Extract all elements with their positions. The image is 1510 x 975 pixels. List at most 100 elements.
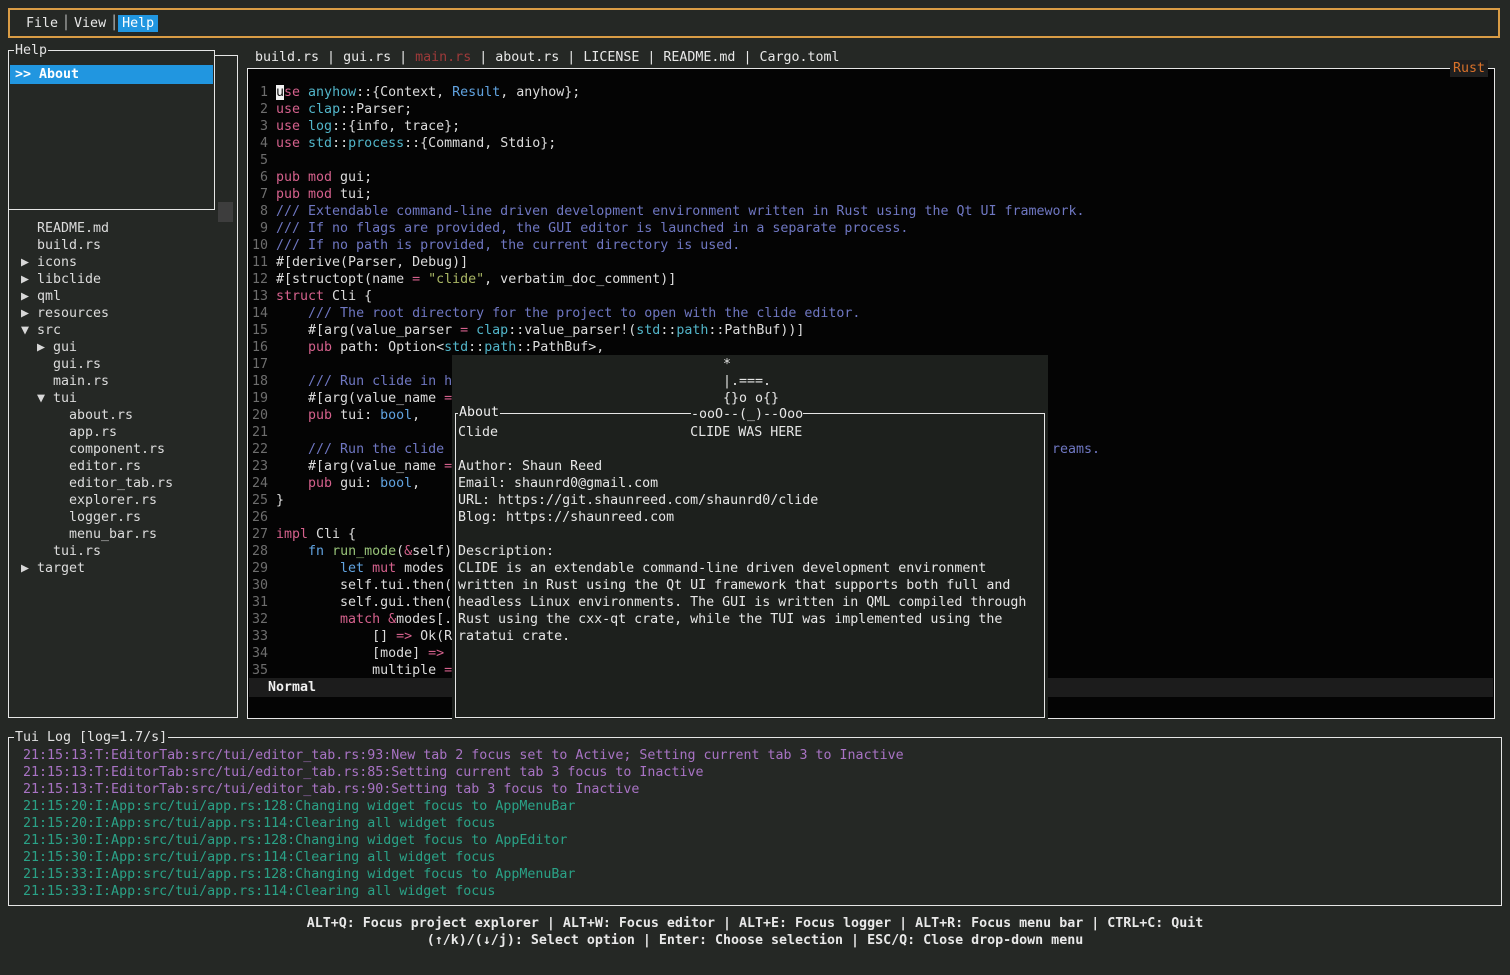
keybinding-help-bar: ALT+Q: Focus project explorer | ALT+W: F… — [0, 915, 1510, 949]
code-segment: /// Run the clide — [308, 442, 452, 457]
log-line-info: 21:15:33:I:App:src/tui/app.rs:114:Cleari… — [23, 883, 904, 900]
chevron-collapsed-icon: ▶ — [21, 305, 37, 322]
explorer-item-main-rs[interactable]: main.rs — [9, 373, 235, 390]
file-label: logger.rs — [69, 510, 141, 525]
explorer-item-explorer-rs[interactable]: explorer.rs — [9, 492, 235, 509]
code-segment: } — [276, 493, 284, 508]
menu-item-view[interactable]: View — [70, 15, 110, 32]
tab-cargo.toml[interactable]: Cargo.toml — [759, 50, 839, 65]
code-segment: clap — [476, 323, 508, 338]
code-segment: ::PathBuf>, — [516, 340, 604, 355]
code-segment: pub mod — [276, 170, 332, 185]
line-number: 26 — [248, 509, 268, 526]
explorer-item-editor-rs[interactable]: editor.rs — [9, 458, 235, 475]
chevron-expanded-icon: ▼ — [21, 322, 37, 339]
line-number: 24 — [248, 475, 268, 492]
line-number: 3 — [248, 118, 268, 135]
explorer-item-build-rs[interactable]: build.rs — [9, 237, 235, 254]
menu-option-about[interactable]: >> About — [10, 65, 213, 84]
code-segment: & — [404, 544, 412, 559]
code-segment: = — [444, 391, 452, 406]
code-segment: std — [636, 323, 660, 338]
explorer-item-component-rs[interactable]: component.rs — [9, 441, 235, 458]
code-segment — [300, 85, 308, 100]
code-segment: #[derive(Parser, Debug)] — [276, 255, 468, 270]
explorer-item-target[interactable]: ▶target — [9, 560, 235, 577]
tab-license[interactable]: LICENSE — [583, 50, 639, 65]
tab-main.rs[interactable]: main.rs — [415, 50, 471, 65]
explorer-item-readme-md[interactable]: README.md — [9, 220, 235, 237]
log-line-info: 21:15:20:I:App:src/tui/app.rs:114:Cleari… — [23, 815, 904, 832]
file-label: editor_tab.rs — [69, 476, 173, 491]
explorer-item-gui-rs[interactable]: gui.rs — [9, 356, 235, 373]
code-segment: Ok(R — [412, 629, 452, 644]
code-segment: = — [460, 323, 468, 338]
code-segment: pub — [308, 476, 332, 491]
code-segment — [276, 612, 340, 627]
tab-separator: | — [319, 50, 343, 65]
code-line: 14 /// The root directory for the projec… — [248, 305, 1493, 322]
code-line: 13struct Cli { — [248, 288, 1493, 305]
code-segment: #[arg(value_name — [276, 459, 444, 474]
chevron-expanded-icon: ▼ — [37, 390, 53, 407]
code-segment — [276, 306, 308, 321]
code-segment: se — [284, 85, 300, 100]
code-line: 9/// If no flags are provided, the GUI e… — [248, 220, 1493, 237]
code-line: 11#[derive(Parser, Debug)] — [248, 254, 1493, 271]
explorer-item-app-rs[interactable]: app.rs — [9, 424, 235, 441]
code-line: 1use anyhow::{Context, Result, anyhow}; — [248, 84, 1493, 101]
code-line: 2use clap::Parser; — [248, 101, 1493, 118]
code-segment: tui; — [332, 187, 372, 202]
menu-separator: │ — [62, 16, 70, 31]
code-line: 3use log::{info, trace}; — [248, 118, 1493, 135]
explorer-scrollbar-thumb[interactable] — [218, 202, 233, 222]
explorer-item-icons[interactable]: ▶icons — [9, 254, 235, 271]
explorer-item-about-rs[interactable]: about.rs — [9, 407, 235, 424]
tab-about.rs[interactable]: about.rs — [495, 50, 559, 65]
explorer-item-libclide[interactable]: ▶libclide — [9, 271, 235, 288]
code-overflow-fragment: reams. — [1052, 441, 1100, 458]
explorer-item-src[interactable]: ▼src — [9, 322, 235, 339]
explorer-item-editor_tab-rs[interactable]: editor_tab.rs — [9, 475, 235, 492]
ascii-art: * |.===. {}o o{} — [691, 356, 779, 407]
code-segment: = — [444, 663, 452, 678]
menu-item-help[interactable]: Help — [118, 15, 158, 32]
code-segment — [300, 119, 308, 134]
tab-build.rs[interactable]: build.rs — [255, 50, 319, 65]
tab-readme.md[interactable]: README.md — [663, 50, 735, 65]
explorer-item-resources[interactable]: ▶resources — [9, 305, 235, 322]
file-label: gui — [53, 340, 77, 355]
file-tree: README.mdbuild.rs▶icons▶libclide▶qml▶res… — [9, 220, 235, 577]
tab-gui.rs[interactable]: gui.rs — [343, 50, 391, 65]
file-label: icons — [37, 255, 77, 270]
explorer-item-tui-rs[interactable]: tui.rs — [9, 543, 235, 560]
code-segment: use — [276, 136, 300, 151]
code-segment: => — [396, 629, 412, 644]
file-label: gui.rs — [53, 357, 101, 372]
code-segment: pub mod — [276, 187, 332, 202]
file-label: build.rs — [37, 238, 101, 253]
code-segment: bool — [380, 408, 412, 423]
code-segment — [380, 612, 388, 627]
code-segment: /// The root directory for the project t… — [308, 306, 860, 321]
code-segment: /// If no flags are provided, the GUI ed… — [276, 221, 908, 236]
menu-item-file[interactable]: File — [22, 15, 62, 32]
explorer-item-logger-rs[interactable]: logger.rs — [9, 509, 235, 526]
code-segment: path: Option< — [332, 340, 444, 355]
tui-log-panel[interactable]: Tui Log [log=1.7/s] 21:15:13:T:EditorTab… — [8, 737, 1502, 906]
line-number: 6 — [248, 169, 268, 186]
code-segment: , verbatim_doc_comment)] — [484, 272, 676, 287]
explorer-item-menu_bar-rs[interactable]: menu_bar.rs — [9, 526, 235, 543]
line-number: 33 — [248, 628, 268, 645]
code-segment: Cli { — [308, 527, 356, 542]
explorer-item-gui[interactable]: ▶gui — [9, 339, 235, 356]
code-segment: = — [444, 459, 452, 474]
code-segment: gui: — [332, 476, 380, 491]
log-line-trace: 21:15:13:T:EditorTab:src/tui/editor_tab.… — [23, 747, 904, 764]
code-segment: tui: — [332, 408, 380, 423]
text-cursor: u — [276, 85, 284, 100]
explorer-item-qml[interactable]: ▶qml — [9, 288, 235, 305]
explorer-item-tui[interactable]: ▼tui — [9, 390, 235, 407]
code-segment: [mode] — [276, 646, 428, 661]
line-number: 2 — [248, 101, 268, 118]
